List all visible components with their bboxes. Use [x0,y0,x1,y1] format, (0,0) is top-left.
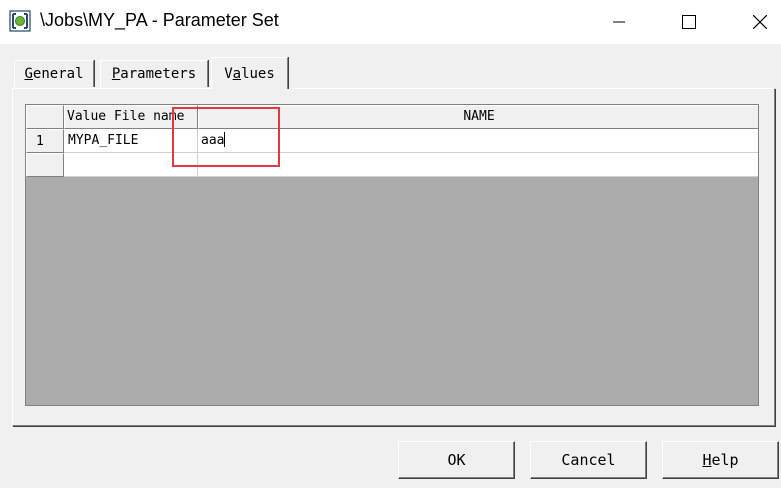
row-header[interactable] [26,153,64,177]
minimize-button[interactable] [596,0,642,44]
column-header-name[interactable]: NAME [198,105,758,129]
close-button[interactable] [737,0,781,44]
table-cell-name-editing[interactable]: aaa [198,129,758,153]
table-row: 1 MYPA_FILE aaa [26,129,758,153]
row-header[interactable]: 1 [26,129,64,153]
table-cell-name[interactable] [198,153,758,177]
close-icon [753,15,767,29]
tab-general[interactable]: General [14,60,94,87]
tab-parameters-label-post: arameters [120,66,197,82]
cancel-button[interactable]: Cancel [530,441,647,479]
tab-general-label-accel: G [24,66,33,82]
maximize-button[interactable] [666,0,712,44]
window-title: \Jobs\MY_PA - Parameter Set [40,10,279,30]
maximize-icon [682,15,696,29]
table-row [26,153,758,177]
tab-values[interactable]: Values [211,57,288,89]
values-grid[interactable]: Value File name NAME 1 MYPA_FILE aaa [25,104,759,406]
tab-values-label-accel: a [232,66,242,82]
highlight-annotation-box [172,107,280,167]
ok-button[interactable]: OK [398,441,515,479]
tab-values-label-pre: V [224,66,233,82]
grid-corner-cell[interactable] [26,105,64,129]
minimize-icon [613,21,625,23]
tab-parameters[interactable]: Parameters [100,60,208,87]
help-button[interactable]: Help [662,441,779,479]
tab-values-label-post: lues [241,66,275,82]
tab-general-label-post: eneral [32,66,84,82]
grid-header: Value File name NAME [26,105,758,129]
app-icon [9,10,31,32]
help-button-label-post: elp [711,451,739,469]
title-bar[interactable]: \Jobs\MY_PA - Parameter Set [0,0,781,44]
parameter-set-dialog: \Jobs\MY_PA - Parameter Set General Para… [0,0,781,488]
